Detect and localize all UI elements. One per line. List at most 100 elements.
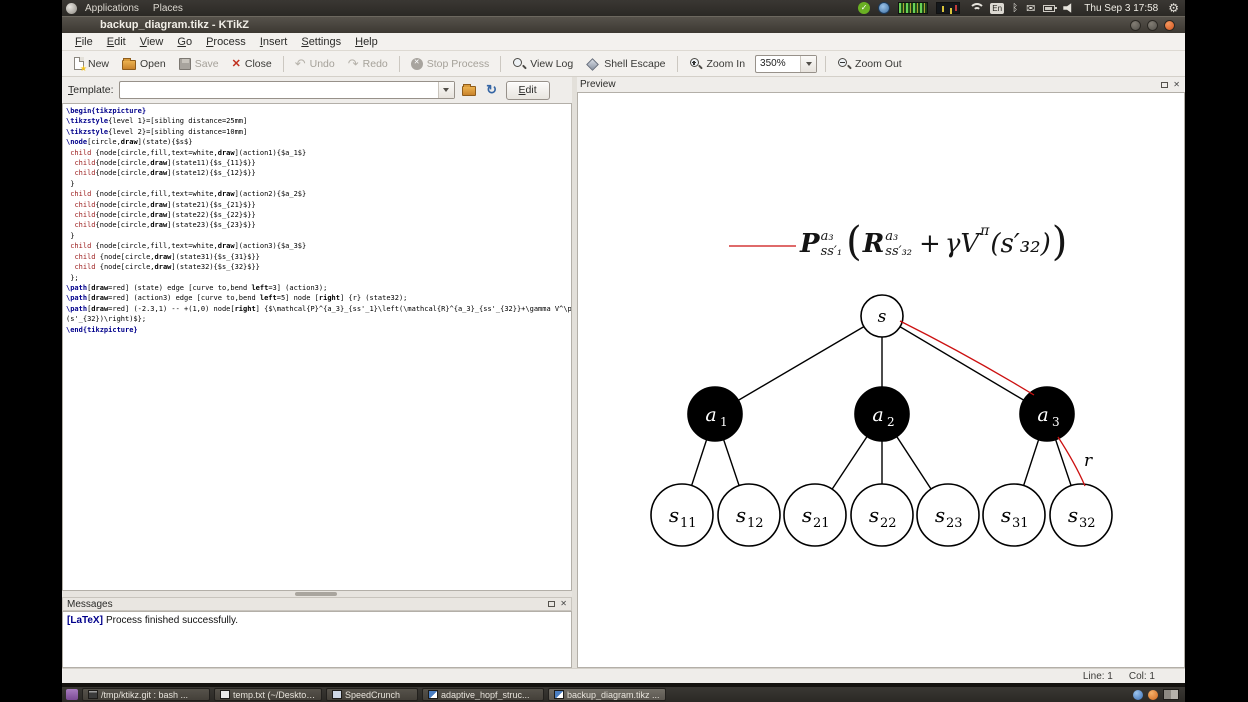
network-monitor-applet[interactable]	[936, 2, 961, 14]
volume-icon[interactable]	[1063, 3, 1072, 13]
messages-dock-buttons: ✕	[548, 600, 567, 608]
bluetooth-icon[interactable]	[1012, 3, 1018, 14]
menu-insert[interactable]: Insert	[253, 34, 295, 50]
backup-formula: P a₃ ss′₁ ( R a₃ ss′₃₂ + γV π (s′₃₂) )	[800, 219, 1068, 267]
task-speedcrunch[interactable]: SpeedCrunch	[326, 688, 418, 701]
stop-process-button[interactable]: Stop Process	[405, 55, 495, 73]
preview-pane[interactable]: s a 1 a 2 a 3 s 11 s 12 s 21 s 22 s 23 s…	[577, 92, 1185, 668]
workspace-switcher[interactable]	[1163, 689, 1179, 700]
battery-icon[interactable]	[1043, 4, 1058, 12]
magnifier-icon	[512, 57, 526, 71]
redo-button[interactable]: Redo	[342, 53, 394, 75]
wifi-icon[interactable]	[968, 2, 986, 14]
zoom-in-button[interactable]: Zoom In	[683, 54, 752, 74]
template-combo-arrow[interactable]	[437, 82, 454, 98]
label-s31: s	[1001, 503, 1011, 527]
terminal-icon	[88, 690, 98, 699]
zoom-level-combobox[interactable]: 350%	[755, 54, 818, 73]
updates-ok-icon[interactable]	[858, 2, 871, 14]
reload-icon	[486, 82, 497, 98]
maximize-button[interactable]	[1147, 19, 1158, 31]
task-texteditor[interactable]: temp.txt (~/Desktop...	[214, 688, 322, 701]
label-s12-sub: 12	[747, 516, 764, 531]
taskbar-launcher-icon[interactable]	[66, 689, 78, 700]
menu-settings[interactable]: Settings	[294, 34, 348, 50]
menu-file[interactable]: File	[68, 34, 100, 50]
label-a2-sub: 2	[887, 415, 895, 429]
ktikz-icon	[428, 690, 438, 699]
dock-close-icon[interactable]: ✕	[1173, 80, 1180, 89]
statusbar: Line: 1 Col: 1	[62, 668, 1185, 683]
close-file-button[interactable]: Close	[226, 54, 278, 73]
shell-escape-button[interactable]: Shell Escape	[580, 55, 671, 73]
template-combobox[interactable]	[118, 81, 455, 99]
node-s12	[717, 483, 781, 547]
time-applet-icon[interactable]	[878, 2, 891, 14]
close-window-button[interactable]	[1164, 19, 1175, 31]
menu-go[interactable]: Go	[170, 34, 199, 50]
zoom-combo-arrow[interactable]	[800, 55, 817, 72]
menu-help[interactable]: Help	[348, 34, 385, 50]
open-button[interactable]: Open	[116, 55, 172, 73]
menu-edit[interactable]: Edit	[100, 34, 133, 50]
template-edit-button[interactable]: Edit	[505, 80, 550, 100]
toolbar-separator	[825, 55, 827, 72]
places-menu[interactable]: Places	[147, 2, 189, 15]
session-gear-icon[interactable]	[1168, 1, 1179, 15]
system-monitor-applet[interactable]	[898, 2, 929, 14]
messages-log[interactable]: [LaTeX] Process finished successfully.	[62, 611, 572, 668]
minimize-button[interactable]	[1130, 19, 1141, 31]
close-icon	[232, 57, 241, 70]
zoom-out-button[interactable]: Zoom Out	[831, 54, 908, 74]
node-s31	[982, 483, 1046, 547]
menu-process[interactable]: Process	[199, 34, 253, 50]
window-titlebar[interactable]: backup_diagram.tikz - KTikZ	[62, 16, 1185, 33]
mail-icon[interactable]	[1026, 2, 1035, 15]
red-edge-a3-s32	[1057, 436, 1086, 487]
top-panel: Applications Places En Thu Sep 3 17:58	[62, 0, 1185, 16]
status-col: Col: 1	[1128, 670, 1155, 682]
task-backup-diagram[interactable]: backup_diagram.tikz ...	[548, 688, 666, 701]
label-a2: a	[872, 404, 883, 426]
messages-title: Messages	[67, 598, 113, 610]
formula-pi: π	[980, 223, 990, 239]
zoom-out-icon	[837, 57, 851, 71]
tray-blue-icon[interactable]	[1133, 689, 1143, 700]
template-input[interactable]	[119, 82, 438, 98]
code-editor[interactable]: \begin{tikzpicture} \tikzstyle{level 1}=[…	[62, 103, 572, 591]
label-a3: a	[1037, 404, 1048, 426]
red-edge-s-a3	[899, 320, 1035, 396]
dock-float-icon[interactable]	[1161, 81, 1169, 88]
label-s: s	[878, 307, 887, 327]
menu-view[interactable]: View	[133, 34, 171, 50]
template-reload-button[interactable]	[483, 81, 501, 99]
clock[interactable]: Thu Sep 3 17:58	[1082, 3, 1160, 14]
dock-close-icon[interactable]: ✕	[560, 600, 567, 608]
view-log-button[interactable]: View Log	[506, 54, 579, 74]
label-s31-sub: 31	[1012, 516, 1029, 531]
template-bar: Template: Edit	[62, 77, 572, 103]
zoom-level-value: 350%	[760, 58, 786, 69]
folder-icon	[461, 84, 476, 96]
applications-menu[interactable]: Applications	[79, 2, 145, 15]
taskbar: /tmp/ktikz.git : bash ... temp.txt (~/De…	[62, 687, 1185, 702]
chevron-down-icon	[805, 61, 812, 66]
save-button[interactable]: Save	[173, 55, 225, 73]
messages-dock-header[interactable]: Messages ✕	[62, 597, 572, 611]
label-s11-sub: 11	[680, 516, 697, 531]
preview-dock-header[interactable]: Preview ✕	[577, 77, 1185, 92]
text-editor-icon	[220, 690, 230, 699]
template-open-button[interactable]	[460, 81, 478, 99]
applications-menu-icon	[66, 2, 77, 14]
keyboard-layout-indicator[interactable]: En	[990, 2, 1005, 14]
scrollbar-thumb[interactable]	[295, 592, 337, 596]
tray-orange-icon[interactable]	[1148, 689, 1158, 700]
label-r: r	[1084, 451, 1093, 471]
formula-gammaV: γV	[944, 229, 980, 259]
zoom-in-icon	[689, 57, 703, 71]
task-terminal[interactable]: /tmp/ktikz.git : bash ...	[82, 688, 210, 701]
dock-float-icon[interactable]	[548, 601, 556, 607]
task-adaptive-hopf[interactable]: adaptive_hopf_struc...	[422, 688, 544, 701]
undo-button[interactable]: Undo	[289, 53, 341, 75]
new-button[interactable]: New	[68, 54, 115, 73]
